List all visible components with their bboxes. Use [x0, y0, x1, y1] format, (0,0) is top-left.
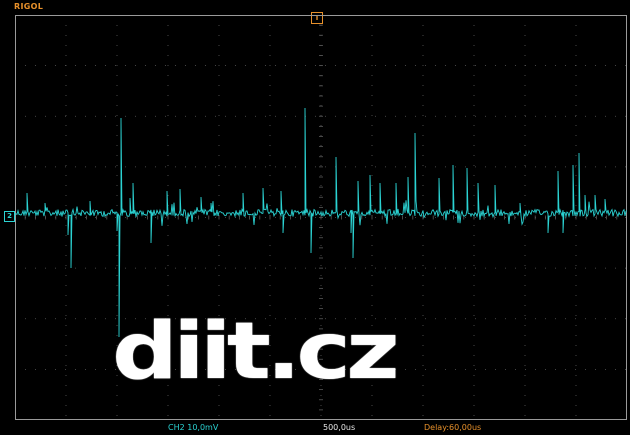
channel-ground-marker[interactable]: 2 [4, 211, 15, 222]
delay-readout: Delay:60,00us [424, 423, 482, 432]
brand-label: RIGOL [14, 2, 44, 11]
watermark-logo: diit.cz [112, 307, 400, 397]
channel-scale-readout: CH2 10,0mV [168, 423, 219, 432]
status-bar: CH2 10,0mV 500,0us Delay:60,00us [0, 421, 630, 435]
trace-ch2 [15, 107, 627, 338]
timebase-readout: 500,0us [323, 423, 356, 432]
